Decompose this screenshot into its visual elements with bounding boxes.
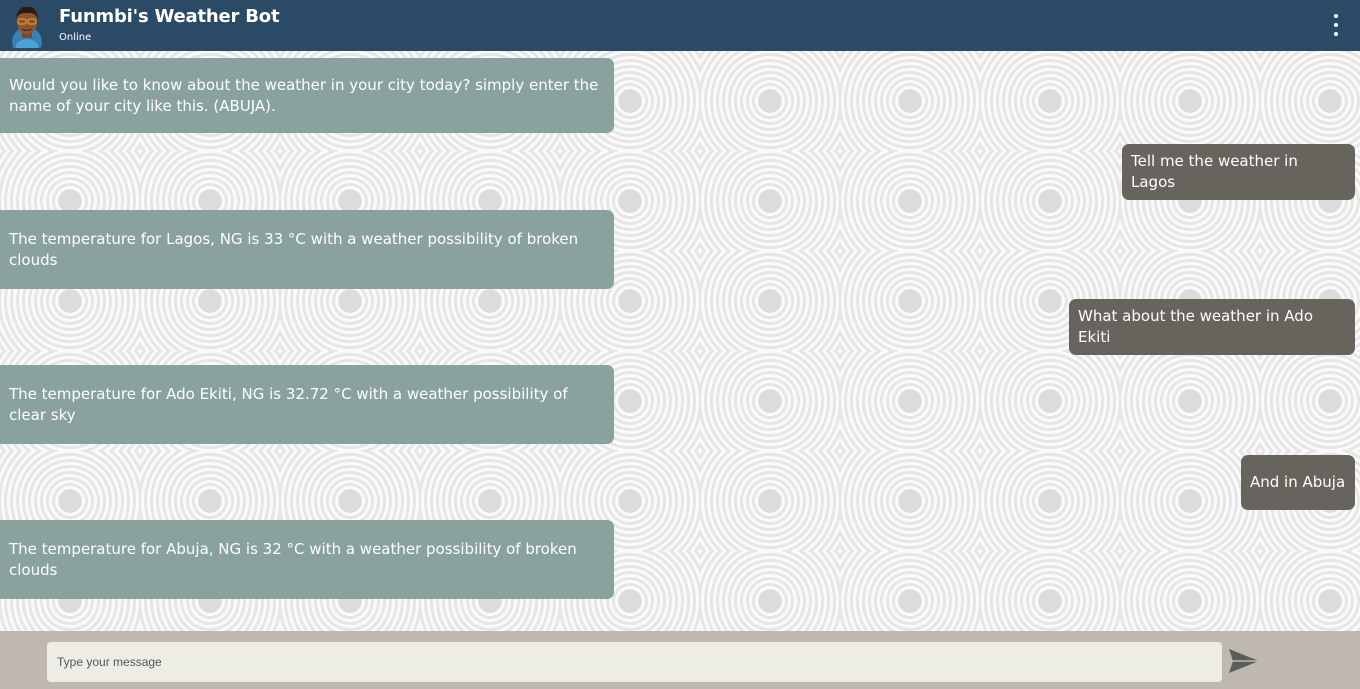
- chat-app: Funmbi's Weather Bot Online Would you li…: [0, 0, 1360, 689]
- composer-bar: [0, 631, 1360, 689]
- chat-title: Funmbi's Weather Bot: [59, 6, 280, 27]
- bot-message: Would you like to know about the weather…: [0, 58, 614, 133]
- user-message: And in Abuja: [1241, 455, 1355, 510]
- user-message: Tell me the weather in Lagos: [1122, 144, 1355, 200]
- bot-message: The temperature for Abuja, NG is 32 °C w…: [0, 520, 614, 599]
- bot-message: The temperature for Lagos, NG is 33 °C w…: [0, 210, 614, 289]
- kebab-menu-icon[interactable]: [1326, 12, 1346, 38]
- bot-avatar-icon: [8, 4, 46, 57]
- chat-header: Funmbi's Weather Bot Online: [0, 0, 1360, 57]
- bot-message: The temperature for Ado Ekiti, NG is 32.…: [0, 365, 614, 444]
- message-list[interactable]: Would you like to know about the weather…: [0, 51, 1360, 631]
- send-icon[interactable]: [1228, 648, 1260, 674]
- message-input[interactable]: [47, 642, 1222, 682]
- online-status: Online: [59, 32, 92, 43]
- user-message: What about the weather in Ado Ekiti: [1069, 299, 1355, 355]
